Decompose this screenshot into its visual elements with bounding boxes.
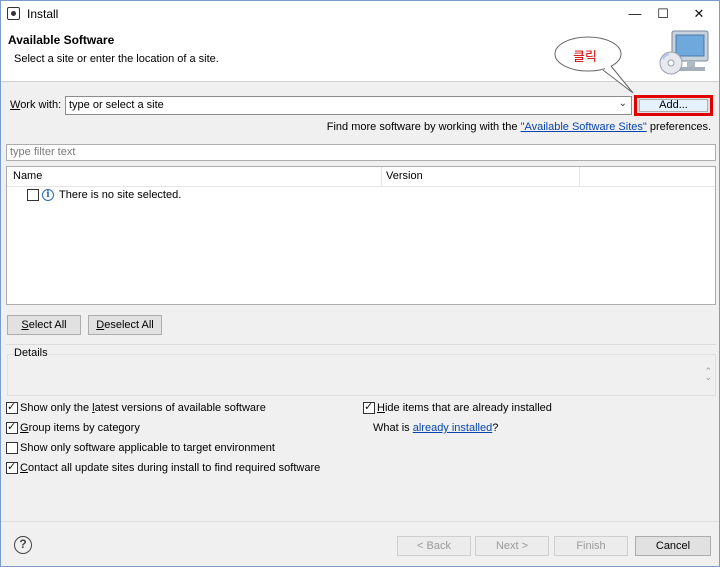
callout-text: 클릭	[573, 50, 597, 65]
details-text-area[interactable]: ⌃ ⌄	[7, 354, 716, 396]
work-with-combo[interactable]: type or select a site ⌄	[65, 96, 632, 115]
filter-placeholder: type filter text	[10, 146, 76, 158]
available-software-sites-link[interactable]: "Available Software Sites"	[521, 121, 647, 133]
eclipse-app-icon	[7, 7, 20, 20]
scroll-arrows-icon[interactable]: ⌃ ⌄	[704, 367, 712, 382]
column-divider[interactable]	[381, 167, 382, 187]
back-button[interactable]: < Back	[397, 536, 471, 556]
install-dialog: Install — ☐ ✕ Available Software Select …	[0, 0, 720, 567]
window-title: Install	[27, 7, 59, 21]
applicable-only-checkbox[interactable]	[6, 442, 18, 454]
page-title: Available Software	[8, 33, 115, 47]
group-by-category-checkbox[interactable]	[6, 420, 18, 434]
finish-button[interactable]: Finish	[554, 536, 628, 556]
page-description: Select a site or enter the location of a…	[14, 53, 219, 65]
filter-input[interactable]: type filter text	[6, 144, 716, 161]
work-with-value: type or select a site	[69, 99, 164, 111]
next-button[interactable]: Next >	[475, 536, 549, 556]
column-version[interactable]: Version	[386, 170, 423, 182]
details-group: ⌃ ⌄ Details	[6, 344, 716, 396]
tree-row-text: There is no site selected.	[59, 189, 182, 201]
select-all-button[interactable]: Select All	[7, 315, 81, 335]
tree-header: Name Version	[7, 167, 715, 187]
column-divider[interactable]	[579, 167, 580, 187]
details-label: Details	[14, 347, 48, 359]
find-more-text: Find more software by working with the "…	[326, 121, 711, 133]
contact-sites-checkbox[interactable]	[6, 460, 18, 474]
hide-installed-checkbox[interactable]	[363, 400, 375, 414]
work-with-label: Work with:	[10, 99, 62, 111]
title-bar: Install — ☐ ✕	[1, 1, 719, 27]
help-icon[interactable]: ?	[14, 536, 32, 554]
footer-divider	[1, 521, 719, 522]
chevron-down-icon[interactable]: ⌄	[619, 98, 627, 109]
add-button-label: Add...	[639, 99, 708, 112]
latest-versions-checkbox[interactable]	[6, 400, 18, 414]
already-installed-link[interactable]: already installed	[413, 422, 493, 434]
software-tree[interactable]: Name Version i There is no site selected…	[6, 166, 716, 305]
add-site-button[interactable]: Add...	[634, 95, 713, 116]
cancel-button[interactable]: Cancel	[635, 536, 711, 556]
what-is-installed-text: What is already installed?	[373, 422, 499, 434]
maximize-button[interactable]: ☐	[646, 1, 680, 27]
close-button[interactable]: ✕	[682, 1, 716, 27]
row-checkbox[interactable]	[27, 189, 39, 201]
click-callout	[554, 36, 634, 94]
info-icon: i	[42, 189, 54, 201]
column-name[interactable]: Name	[13, 170, 42, 182]
deselect-all-button[interactable]: Deselect All	[88, 315, 162, 335]
